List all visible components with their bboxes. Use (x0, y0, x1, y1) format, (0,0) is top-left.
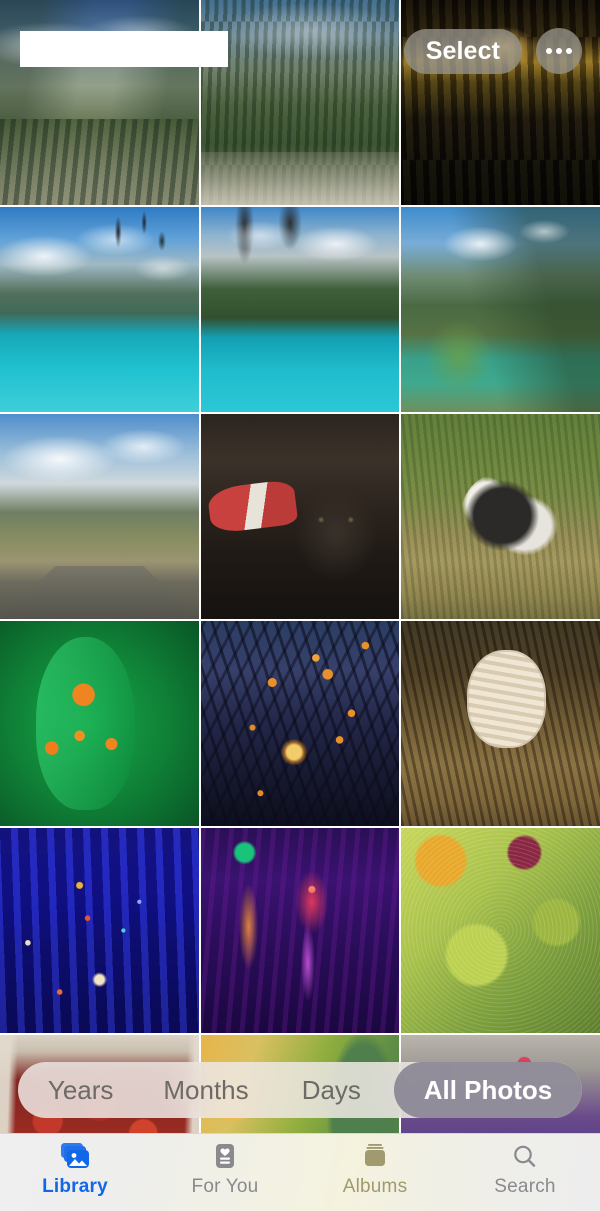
photo-thumbnail[interactable] (0, 621, 199, 826)
albums-stack-icon (360, 1140, 390, 1174)
photo-art (0, 828, 199, 1033)
segment-years[interactable]: Years (18, 1062, 143, 1118)
photo-grid[interactable] (0, 0, 600, 1133)
segment-months[interactable]: Months (143, 1062, 268, 1118)
tab-albums[interactable]: Albums (300, 1140, 450, 1196)
photo-thumbnail[interactable] (200, 621, 400, 826)
photo-art (0, 414, 199, 619)
segment-days[interactable]: Days (269, 1062, 394, 1118)
ellipsis-icon (556, 48, 562, 54)
photo-thumbnail[interactable] (0, 414, 199, 619)
photo-thumbnail[interactable] (401, 621, 600, 826)
tab-library[interactable]: Library (0, 1140, 150, 1196)
photo-art (200, 207, 400, 412)
photo-thumbnail[interactable] (200, 414, 400, 619)
ellipsis-icon (566, 48, 572, 54)
photo-art (401, 621, 600, 826)
photo-art (401, 414, 600, 619)
photo-art (401, 207, 600, 412)
photo-art (200, 414, 400, 619)
tab-search-label: Search (494, 1176, 556, 1197)
segment-all-photos[interactable]: All Photos (393, 1062, 582, 1118)
photo-art (0, 621, 199, 826)
tab-search[interactable]: Search (450, 1140, 600, 1196)
photo-thumbnail[interactable] (401, 207, 600, 412)
tab-library-label: Library (42, 1176, 108, 1197)
ellipsis-icon (546, 48, 552, 54)
tab-bar: Library For You Albums Search (0, 1133, 600, 1211)
photo-art (200, 828, 400, 1033)
photo-thumbnail[interactable] (200, 207, 400, 412)
photos-app-screen: Select Years Months Days All Photos Libr… (0, 0, 600, 1211)
photo-thumbnail[interactable] (401, 828, 600, 1033)
photo-thumbnail[interactable] (200, 0, 400, 205)
tab-for-you[interactable]: For You (150, 1140, 300, 1196)
photo-thumbnail[interactable] (200, 828, 400, 1033)
timeline-segmented-control[interactable]: Years Months Days All Photos (18, 1062, 582, 1118)
photo-stack-icon (58, 1140, 92, 1174)
photo-thumbnail[interactable] (0, 207, 199, 412)
magnifier-icon (510, 1140, 540, 1174)
photo-art (200, 0, 400, 205)
tab-for-you-label: For You (191, 1176, 259, 1197)
photo-art (200, 621, 400, 826)
photo-art (401, 828, 600, 1033)
select-button[interactable]: Select (403, 28, 522, 74)
more-options-button[interactable] (536, 28, 582, 74)
photo-thumbnail[interactable] (0, 828, 199, 1033)
tab-albums-label: Albums (342, 1176, 408, 1197)
heart-card-icon (210, 1140, 240, 1174)
photo-art (0, 207, 199, 412)
redacted-title-overlay (20, 31, 228, 67)
top-actions: Select (403, 28, 582, 74)
photo-thumbnail[interactable] (401, 414, 600, 619)
